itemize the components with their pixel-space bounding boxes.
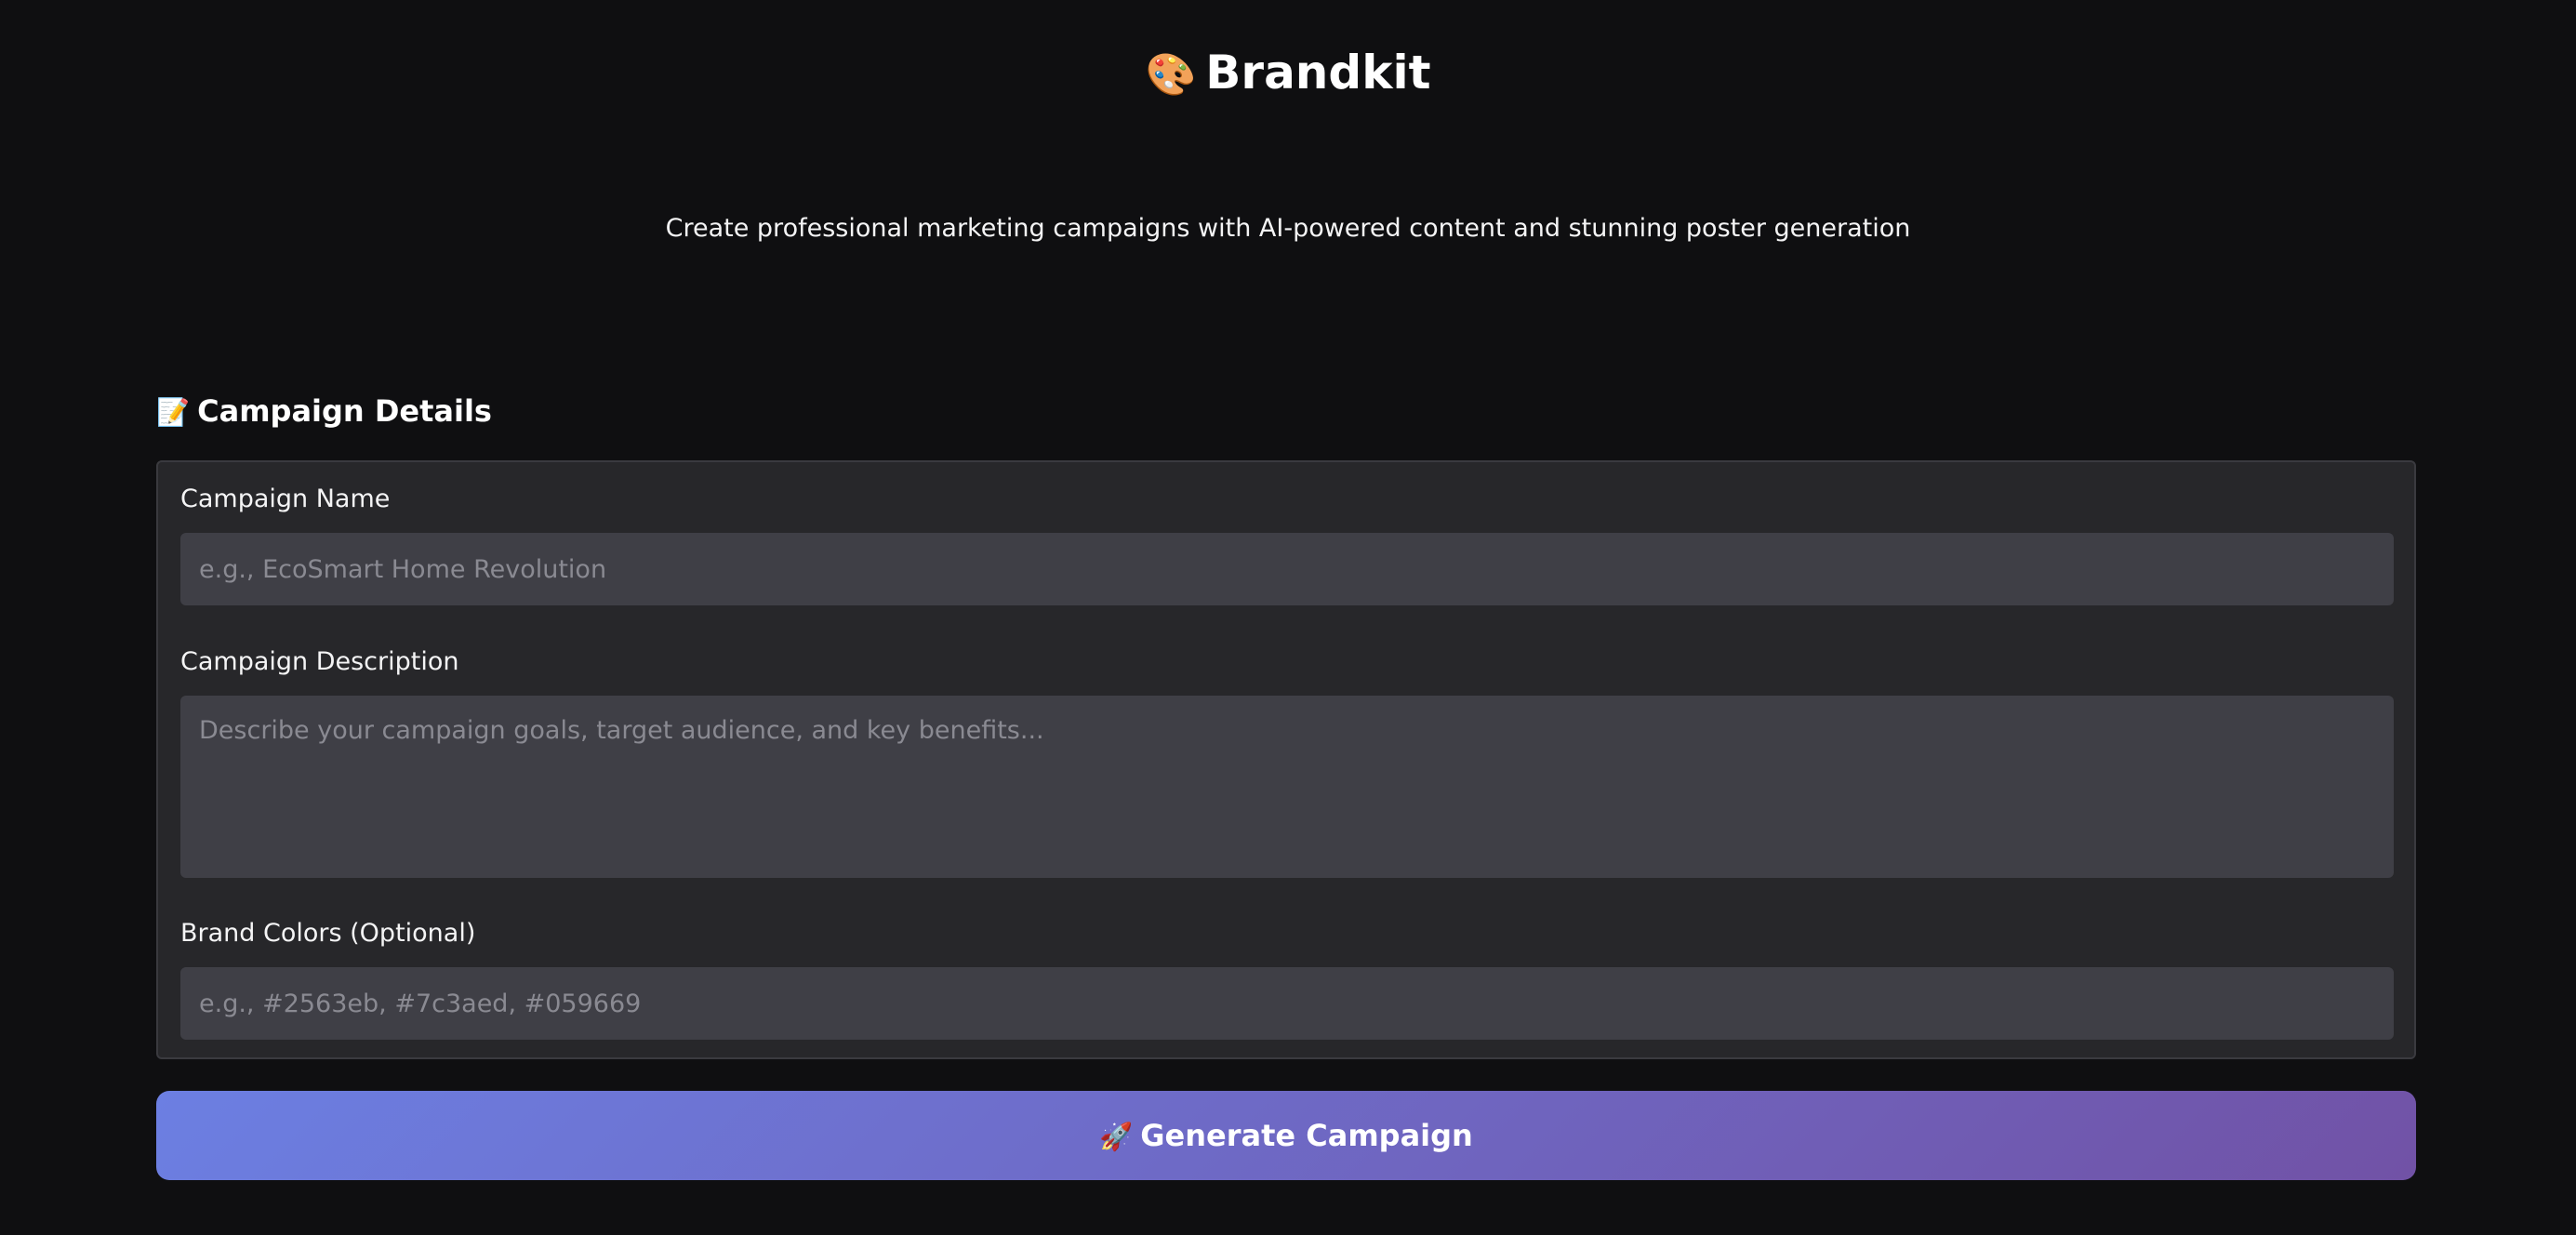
- campaign-name-input[interactable]: [180, 533, 2394, 605]
- page: 🎨 Brandkit Create professional marketing …: [0, 0, 2576, 1235]
- brand-colors-label: Brand Colors (Optional): [180, 919, 476, 948]
- app-title: 🎨 Brandkit: [0, 37, 2576, 111]
- brand-colors-input[interactable]: [180, 967, 2394, 1040]
- palette-icon: 🎨: [1145, 51, 1197, 99]
- campaign-description-input[interactable]: [180, 696, 2394, 878]
- generate-campaign-label: Generate Campaign: [1140, 1118, 1473, 1153]
- section-title-text: Campaign Details: [197, 393, 492, 429]
- generate-campaign-button[interactable]: 🚀 Generate Campaign: [156, 1091, 2416, 1180]
- memo-icon: 📝: [156, 396, 191, 428]
- campaign-details-form: Campaign Name Campaign Description Brand…: [156, 460, 2416, 1059]
- section-title: 📝 Campaign Details: [156, 389, 492, 434]
- page-subtitle: Create professional marketing campaigns …: [665, 214, 1911, 243]
- campaign-description-label: Campaign Description: [180, 647, 459, 676]
- app-title-text: Brandkit: [1205, 46, 1431, 100]
- campaign-name-label: Campaign Name: [180, 485, 391, 513]
- rocket-icon: 🚀: [1099, 1121, 1134, 1152]
